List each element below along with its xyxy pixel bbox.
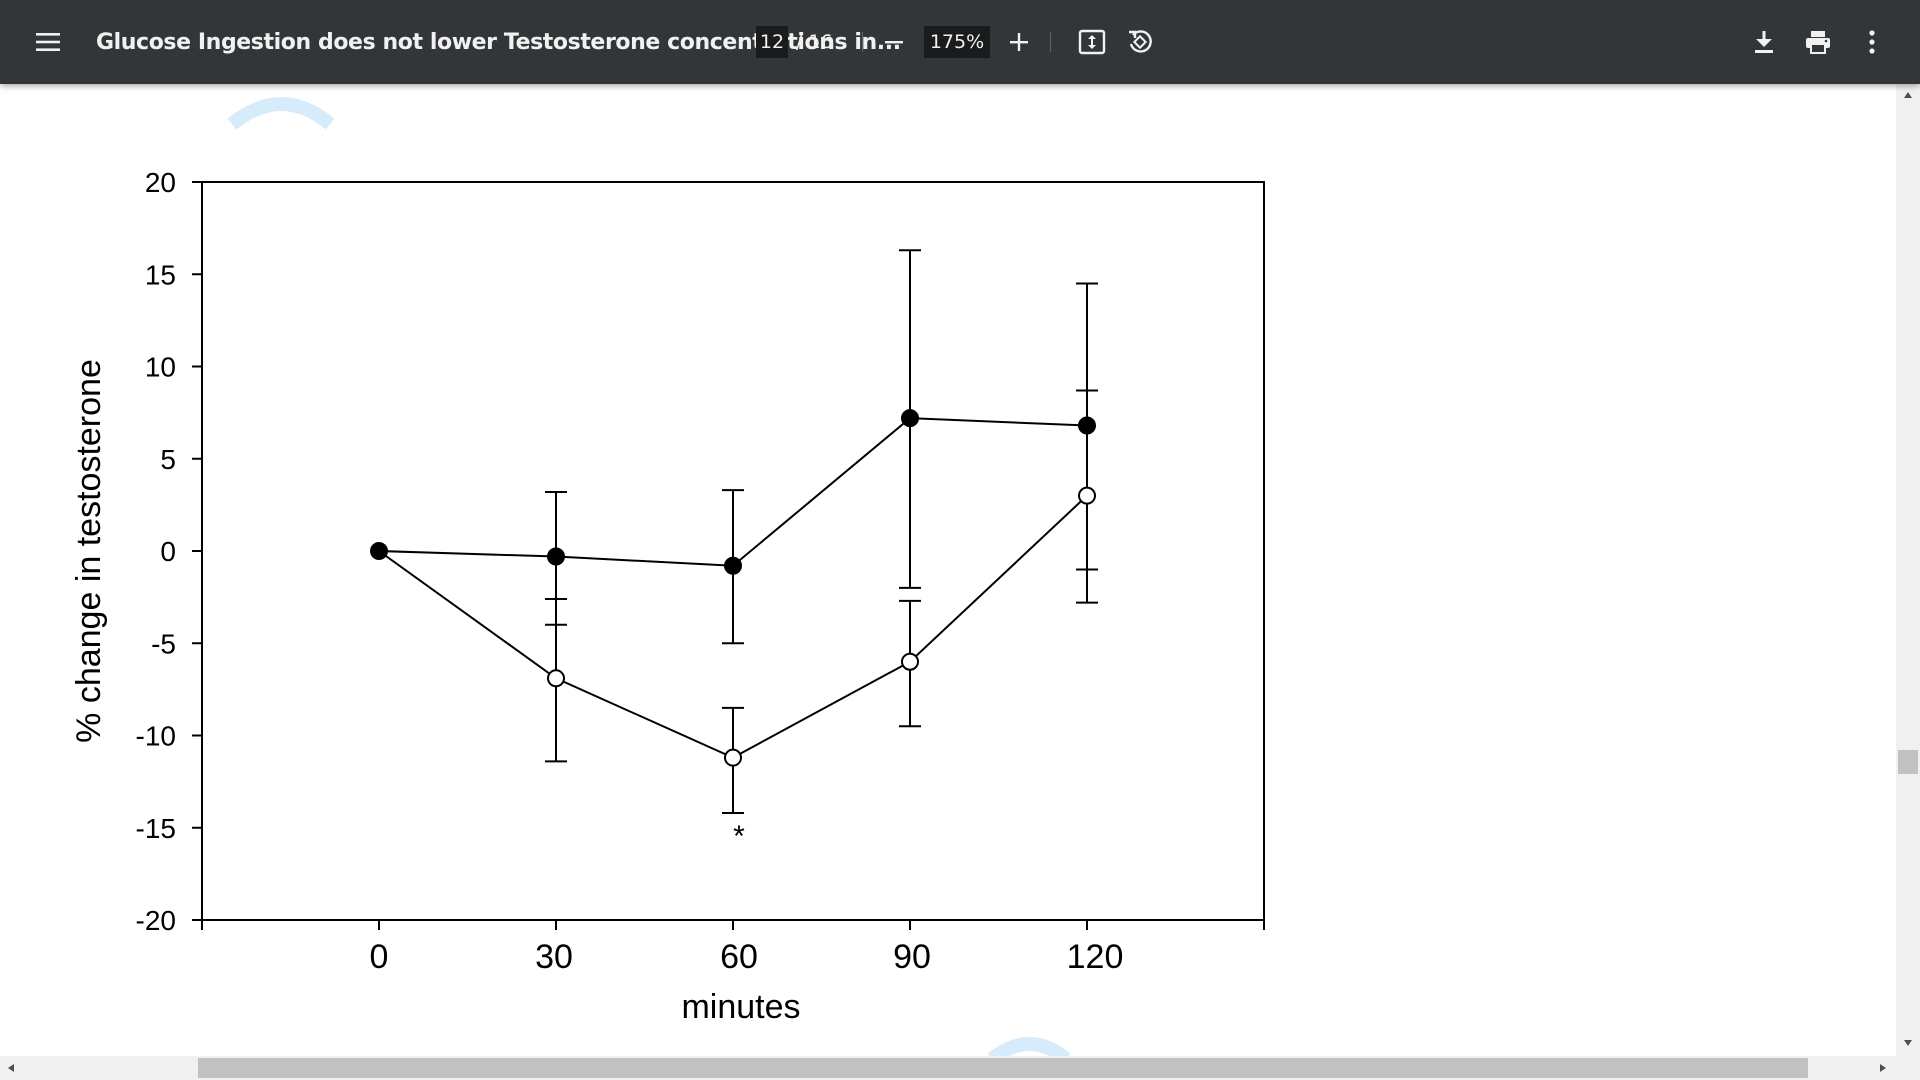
significance-asterisk: *	[733, 820, 745, 853]
x-axis-label: minutes	[681, 988, 800, 1026]
y-tick-label: -10	[136, 721, 176, 752]
vertical-scrollbar[interactable]	[1896, 84, 1920, 1056]
chart-axes	[192, 181, 1265, 930]
filled-circle-point	[547, 547, 565, 566]
plus-icon[interactable]	[999, 22, 1039, 62]
pdf-toolbar: Glucose Ingestion does not lower Testost…	[0, 0, 1920, 84]
toolbar-divider	[862, 32, 863, 52]
download-icon[interactable]	[1744, 22, 1784, 62]
y-tick-label: -15	[136, 813, 176, 844]
y-tick-label: 20	[145, 167, 176, 198]
x-tick-label: 30	[535, 938, 573, 976]
more-vert-icon[interactable]	[1852, 22, 1892, 62]
y-tick-label: 0	[160, 536, 176, 567]
y-tick-label: -5	[151, 628, 176, 659]
scroll-down-icon[interactable]	[1904, 1040, 1912, 1046]
scrollbar-corner	[1896, 1056, 1920, 1080]
testosterone-chart: 20 15 10 5 0 -5 -10 -15 -20 0 30 60 90 120 minutes % ch…	[70, 97, 1265, 1056]
filled-circle-point	[1078, 416, 1096, 435]
zoom-level-input[interactable]: 175%	[924, 26, 990, 58]
y-tick-label: 15	[145, 259, 176, 290]
fit-page-icon[interactable]	[1072, 22, 1112, 62]
open-circle-point	[1078, 486, 1096, 505]
open-circle-point	[901, 652, 919, 671]
rotate-icon[interactable]	[1120, 22, 1160, 62]
scroll-right-icon[interactable]	[1880, 1064, 1886, 1072]
toolbar-divider	[1050, 32, 1051, 52]
y-axis-label: % change in testosterone	[70, 359, 108, 743]
minus-icon[interactable]	[874, 22, 914, 62]
scroll-left-icon[interactable]	[8, 1064, 14, 1072]
y-tick-label: 10	[145, 352, 176, 383]
filled-circle-point	[724, 556, 742, 575]
watermark-arc	[227, 97, 335, 130]
x-tick-label: 60	[720, 938, 758, 976]
open-circle-point	[547, 669, 565, 688]
y-tick-label: 5	[160, 444, 176, 475]
filled-circle-point	[901, 409, 919, 428]
open-circle-point	[724, 748, 742, 767]
document-viewport[interactable]: 20 15 10 5 0 -5 -10 -15 -20 0 30 60 90 120 minutes % ch…	[0, 84, 1896, 1056]
y-tick-label: -20	[136, 905, 176, 936]
vertical-scroll-thumb[interactable]	[1898, 750, 1918, 774]
scroll-up-icon[interactable]	[1904, 92, 1912, 98]
watermark-arc	[987, 1037, 1071, 1056]
print-icon[interactable]	[1798, 22, 1838, 62]
page-total: / 16	[796, 31, 833, 53]
x-tick-label: 0	[370, 938, 389, 976]
hamburger-menu-icon[interactable]	[28, 22, 68, 62]
chart-labels: 20 15 10 5 0 -5 -10 -15 -20 0 30 60 90 120 minutes % ch…	[70, 167, 1123, 1026]
horizontal-scroll-thumb[interactable]	[198, 1058, 1808, 1078]
page-number-input[interactable]: 12	[756, 26, 788, 58]
x-tick-label: 120	[1067, 938, 1124, 976]
chart-series	[370, 249, 1098, 814]
filled-circle-point	[370, 542, 388, 560]
x-tick-label: 90	[893, 938, 931, 976]
